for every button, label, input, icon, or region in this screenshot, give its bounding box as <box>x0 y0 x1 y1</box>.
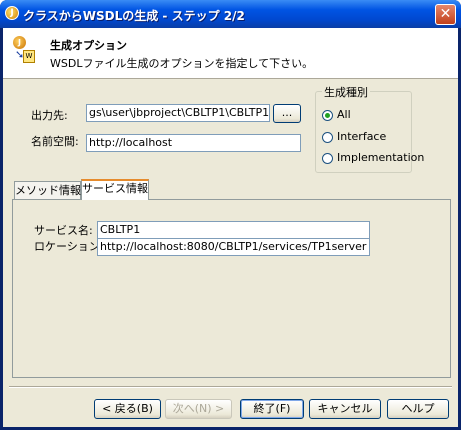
service-name-field[interactable]: CBLTP1 <box>97 221 370 239</box>
dialog-body: J ➘ W 生成オプション WSDLファイル生成のオプションを指定して下さい。 … <box>3 28 458 427</box>
header-divider <box>3 78 458 79</box>
radio-all[interactable]: All <box>322 108 351 122</box>
step-description: WSDLファイル生成のオプションを指定して下さい。 <box>50 57 314 70</box>
location-field[interactable]: http://localhost:8080/CBLTP1/services/TP… <box>97 238 370 256</box>
radio-interface[interactable]: Interface <box>322 130 386 144</box>
radio-button-selected[interactable] <box>322 109 333 121</box>
back-button[interactable]: < 戻る(B) <box>94 399 161 419</box>
browse-button[interactable]: ... <box>273 104 301 123</box>
step-title: 生成オプション <box>50 39 127 52</box>
cancel-button[interactable]: キャンセル <box>309 399 381 419</box>
dialog-window: J クラスからWSDLの生成 - ステップ 2/2 ✕ J ➘ W 生成オプショ… <box>0 0 461 430</box>
tab-service-info[interactable]: サービス情報 <box>81 179 149 200</box>
tab-method-info[interactable]: メソッド情報 <box>14 181 81 200</box>
window-title: クラスからWSDLの生成 - ステップ 2/2 <box>23 9 245 23</box>
service-name-label: サービス名: <box>34 224 93 237</box>
java-icon: J <box>5 6 19 20</box>
service-info-panel: サービス名: CBLTP1 ロケーション: http://localhost:8… <box>12 199 451 378</box>
title-bar[interactable]: J クラスからWSDLの生成 - ステップ 2/2 ✕ <box>0 0 461 28</box>
java-to-wsdl-icon: J ➘ W <box>13 36 35 66</box>
output-path-field[interactable]: gs\user\jbproject\CBLTP1\CBLTP1.wsdl <box>86 104 270 122</box>
close-icon: ✕ <box>439 6 452 22</box>
location-label: ロケーション: <box>34 240 104 253</box>
next-button[interactable]: 次へ(N) > <box>165 399 232 419</box>
help-button[interactable]: ヘルプ <box>387 399 449 419</box>
finish-button[interactable]: 終了(F) <box>240 399 304 419</box>
output-label: 出力先: <box>31 109 68 122</box>
button-separator <box>9 386 452 388</box>
namespace-field[interactable]: http://localhost <box>86 134 301 152</box>
wizard-header: J ➘ W 生成オプション WSDLファイル生成のオプションを指定して下さい。 <box>3 28 458 78</box>
generation-type-group: 生成種別 All Interface Implementation <box>315 84 424 173</box>
wsdl-badge: W <box>23 50 35 63</box>
radio-button[interactable] <box>322 152 333 164</box>
radio-button[interactable] <box>322 131 333 143</box>
namespace-label: 名前空間: <box>31 135 79 148</box>
close-button[interactable]: ✕ <box>435 4 456 25</box>
generation-type-title: 生成種別 <box>322 84 370 100</box>
radio-implementation[interactable]: Implementation <box>322 151 424 165</box>
